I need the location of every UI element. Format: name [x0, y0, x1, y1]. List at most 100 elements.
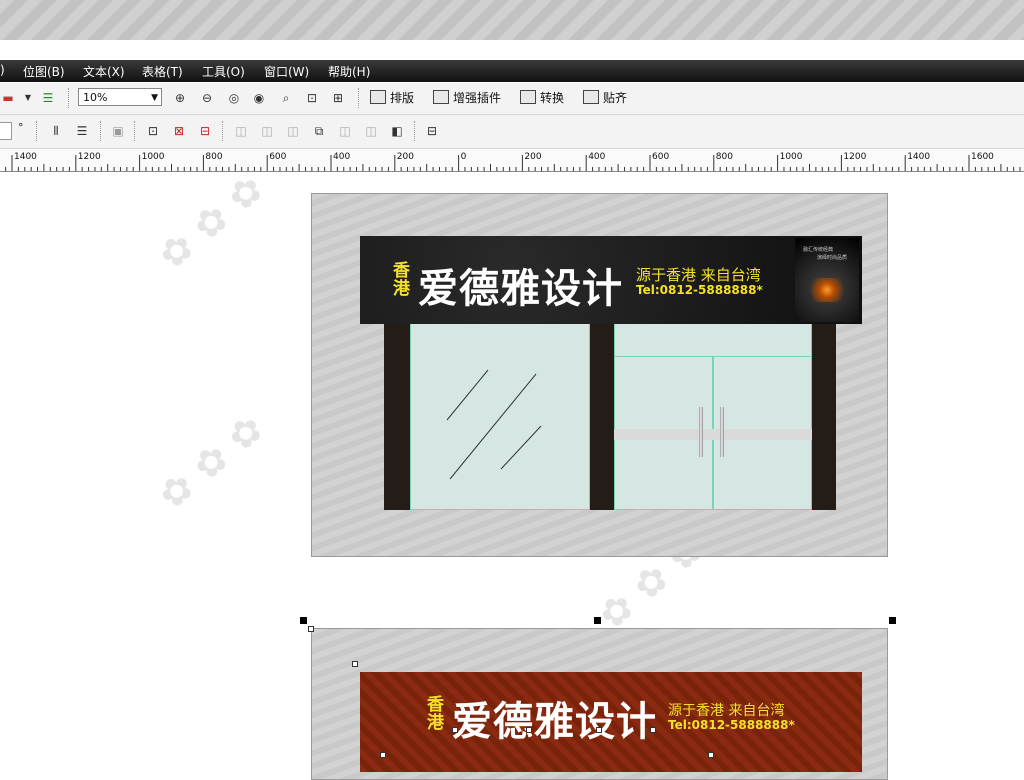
- door-handle-left: [699, 407, 703, 457]
- door-handle-right: [720, 407, 724, 457]
- zoom-out-icon[interactable]: ⊖: [199, 90, 215, 106]
- zoom-page-icon[interactable]: ⌕: [278, 90, 294, 106]
- convert-icon: [520, 90, 536, 104]
- node-handle[interactable]: [650, 727, 656, 733]
- decor-text-2: 演绎时尚品质: [817, 255, 848, 261]
- node-handle[interactable]: [452, 727, 458, 733]
- simplify-icon[interactable]: ⧉: [311, 123, 327, 139]
- zoom-width-icon[interactable]: ⊡: [304, 90, 320, 106]
- chevron-down-icon: ▼: [151, 93, 158, 103]
- toolbar-separator: [68, 88, 70, 108]
- plugin-enhance-button[interactable]: 增强插件: [433, 89, 501, 106]
- create-boundary-icon[interactable]: ◧: [389, 123, 405, 139]
- degree-label: °: [18, 121, 24, 134]
- sign-gang-char: 港: [393, 279, 410, 299]
- mirror-vertical-icon[interactable]: ☰: [74, 123, 90, 139]
- menu-bar: ) 位图(B) 文本(X) 表格(T) 工具(O) 窗口(W) 帮助(H): [0, 60, 1024, 82]
- node-handle[interactable]: [708, 752, 714, 758]
- node-handle[interactable]: [596, 727, 602, 733]
- ruler-label: 1200: [77, 152, 101, 162]
- plugin-enhance-label: 增强插件: [453, 91, 502, 105]
- ruler-label: 1600: [971, 152, 994, 162]
- sign-telephone: Tel:0812-5888888*: [636, 283, 763, 297]
- node-handle[interactable]: [380, 752, 386, 758]
- sign-hong-kong-label: 香 港: [393, 262, 413, 298]
- weld-icon[interactable]: ◫: [233, 123, 249, 139]
- title-band: [0, 0, 1024, 40]
- intersect-icon[interactable]: ◫: [285, 123, 301, 139]
- ungroup-icon[interactable]: ⊠: [171, 123, 187, 139]
- back-minus-front-icon[interactable]: ◫: [363, 123, 379, 139]
- toolbar-separator: [100, 121, 102, 141]
- menu-item-prev[interactable]: ): [0, 63, 5, 77]
- sign-xiang-char: 香: [393, 261, 410, 281]
- plugin-convert-button[interactable]: 转换: [520, 89, 564, 106]
- snap-icon: [583, 90, 599, 104]
- mirror-horizontal-icon[interactable]: ⫴: [48, 123, 64, 139]
- ruler-label: 400: [333, 152, 351, 162]
- ruler-label: 1000: [141, 152, 165, 162]
- sign2-brand-name: 爱德雅设计: [452, 699, 657, 745]
- plugin-snap-label: 贴齐: [603, 91, 628, 105]
- enhance-icon: [433, 90, 449, 104]
- shop-sign-dark: 香 港 爱德雅设计 源于香港 来自台湾 Tel:0812-5888888*: [360, 236, 862, 324]
- zoom-selected-icon[interactable]: ◎: [226, 90, 242, 106]
- sign-slogan: 源于香港 来自台湾: [636, 266, 761, 284]
- ruler-label: 0: [460, 152, 467, 162]
- selection-handle-top-left[interactable]: [300, 617, 307, 624]
- zoom-height-icon[interactable]: ⊞: [330, 90, 346, 106]
- sign2-slogan: 源于香港 来自台湾: [668, 703, 785, 719]
- toolbar-separator: [358, 88, 360, 108]
- dropdown-arrow-icon[interactable]: ▼: [20, 90, 36, 106]
- toolbar-separator: [414, 121, 416, 141]
- ruler-label: 200: [524, 152, 542, 162]
- menu-item-tools[interactable]: 工具(O): [202, 63, 245, 80]
- menu-item-window[interactable]: 窗口(W): [264, 63, 309, 80]
- trim-icon[interactable]: ◫: [259, 123, 275, 139]
- decor-glow: [805, 278, 849, 302]
- menu-item-bitmap[interactable]: 位图(B): [23, 63, 65, 80]
- ruler-label: 400: [588, 152, 606, 162]
- plugin-layout-label: 排版: [390, 91, 415, 105]
- zoom-select[interactable]: 10% ▼: [78, 88, 162, 106]
- front-minus-back-icon[interactable]: ◫: [337, 123, 353, 139]
- menu-item-text[interactable]: 文本(X): [83, 63, 125, 80]
- center-pillar: [590, 322, 614, 510]
- selection-handle-top-center[interactable]: [594, 617, 601, 624]
- node-handle[interactable]: [526, 727, 532, 733]
- ruler-label: 1200: [843, 152, 867, 162]
- shop-sign-red[interactable]: 香 港 爱德雅设计 源于香港 来自台湾 Tel:0812-5888888*: [360, 672, 862, 772]
- door-crossbar: [614, 429, 812, 440]
- angle-field[interactable]: [0, 122, 12, 140]
- print-icon[interactable]: ▬: [0, 90, 16, 106]
- group-icon[interactable]: ⊡: [145, 123, 161, 139]
- toolbar-separator: [134, 121, 136, 141]
- sign2-hong-kong-label: 香 港: [427, 696, 447, 732]
- ruler-label: 800: [715, 152, 733, 162]
- combine-icon[interactable]: ▣: [110, 123, 126, 139]
- node-handle[interactable]: [352, 661, 358, 667]
- list-check-icon[interactable]: ☰: [40, 90, 56, 106]
- ruler-label: 1000: [779, 152, 803, 162]
- selection-handle-top-right[interactable]: [889, 617, 896, 624]
- align-distribute-icon[interactable]: ⊟: [424, 123, 440, 139]
- ruler-label: 800: [205, 152, 223, 162]
- horizontal-ruler[interactable]: 1400 1200 1000 800 600 400 200 0 200 400 600 800 100…: [0, 149, 1024, 172]
- title-area: [0, 0, 1024, 60]
- glass-reflection-lines: [446, 369, 542, 480]
- plugin-snap-button[interactable]: 贴齐: [583, 89, 627, 106]
- ruler-label: 200: [396, 152, 414, 162]
- right-pillar: [812, 322, 836, 510]
- zoom-all-icon[interactable]: ◉: [251, 90, 267, 106]
- plugin-layout-button[interactable]: 排版: [370, 89, 414, 106]
- sign-brand-name: 爱德雅设计: [418, 266, 623, 312]
- property-toolbar: ° ⫴ ☰ ▣ ⊡ ⊠ ⊟ ◫ ◫ ◫ ⧉ ◫ ◫ ◧ ⊟: [0, 115, 1024, 149]
- menu-item-table[interactable]: 表格(T): [142, 63, 183, 80]
- ruler-label: 1400: [907, 152, 931, 162]
- zoom-in-icon[interactable]: ⊕: [172, 90, 188, 106]
- decor-text-1: 融汇传统经典: [803, 247, 834, 253]
- node-handle[interactable]: [308, 626, 314, 632]
- ungroup-all-icon[interactable]: ⊟: [197, 123, 213, 139]
- zoom-value: 10%: [83, 91, 108, 104]
- menu-item-help[interactable]: 帮助(H): [328, 63, 370, 80]
